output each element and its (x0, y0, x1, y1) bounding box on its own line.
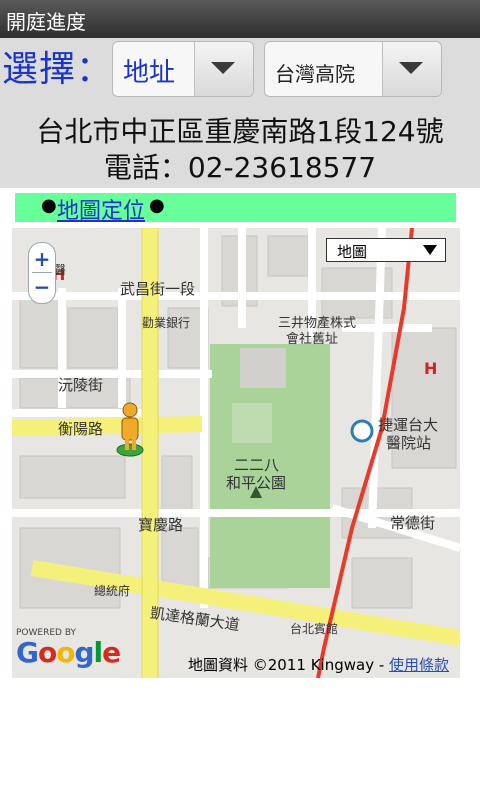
type-spinner-value: 地址 (123, 58, 176, 88)
map-label: 總統府 (94, 584, 131, 598)
zoom-divider (32, 272, 52, 273)
map-locate-bar: ● 地圖定位 ● (15, 193, 456, 225)
google-logo: Google (16, 636, 121, 669)
map-label: 台北賓館 (290, 622, 339, 636)
map-locate-link[interactable]: 地圖定位 (57, 193, 145, 225)
map-type-value: 地圖 (337, 243, 368, 261)
zoom-control: + − (28, 242, 56, 304)
chevron-down-icon[interactable] (382, 42, 441, 96)
map-label: 常德街 (390, 514, 436, 532)
bullet-icon: ● (41, 195, 57, 216)
app-title: 開庭進度 (6, 10, 86, 34)
chevron-down-icon[interactable] (194, 42, 253, 96)
phone-text[interactable]: 電話：02-23618577 (0, 146, 480, 186)
zoom-in-button[interactable]: + (29, 247, 55, 271)
filter-bar: 選擇： 地址 台灣高院 (0, 38, 480, 108)
bullet-icon: ● (149, 195, 165, 216)
info-panel: 台北市中正區重慶南路1段124號 電話：02-23618577 (0, 108, 480, 188)
map-canvas: H H (12, 228, 460, 678)
map-attribution: 地圖資料 ©2011 Kingway - 使用條款 (188, 654, 449, 675)
zoom-out-button[interactable]: − (29, 275, 55, 299)
type-spinner[interactable]: 地址 (112, 41, 254, 97)
map-label: 沅陵街 (58, 376, 104, 394)
map-label: 寶慶路 (138, 516, 184, 534)
map-label: 武昌街一段 (120, 280, 196, 298)
dropdown-arrow-icon (423, 245, 437, 255)
court-spinner-value: 台灣高院 (275, 62, 355, 86)
map-type-select[interactable]: 地圖 (326, 238, 446, 262)
map-label: 會社舊址 (286, 332, 339, 347)
address-text: 台北市中正區重慶南路1段124號 (36, 115, 444, 148)
map-label: 醫院站 (386, 434, 432, 452)
map-view[interactable]: H H 武昌街一段 勸業銀行 三井物產株式 會社舊址 沅陵街 衡陽路 寶慶路 二… (12, 228, 460, 678)
map-label: 勸業銀行 (142, 316, 191, 330)
park-label: 和平公園 (226, 474, 287, 492)
court-spinner[interactable]: 台灣高院 (264, 41, 442, 97)
hospital-icon: H (424, 359, 437, 378)
select-label: 選擇： (2, 49, 114, 90)
title-bar: 開庭進度 (0, 0, 480, 38)
map-label: 衡陽路 (58, 420, 104, 438)
terms-link[interactable]: 使用條款 (389, 656, 449, 674)
attribution-text: 地圖資料 ©2011 Kingway - (188, 656, 385, 674)
